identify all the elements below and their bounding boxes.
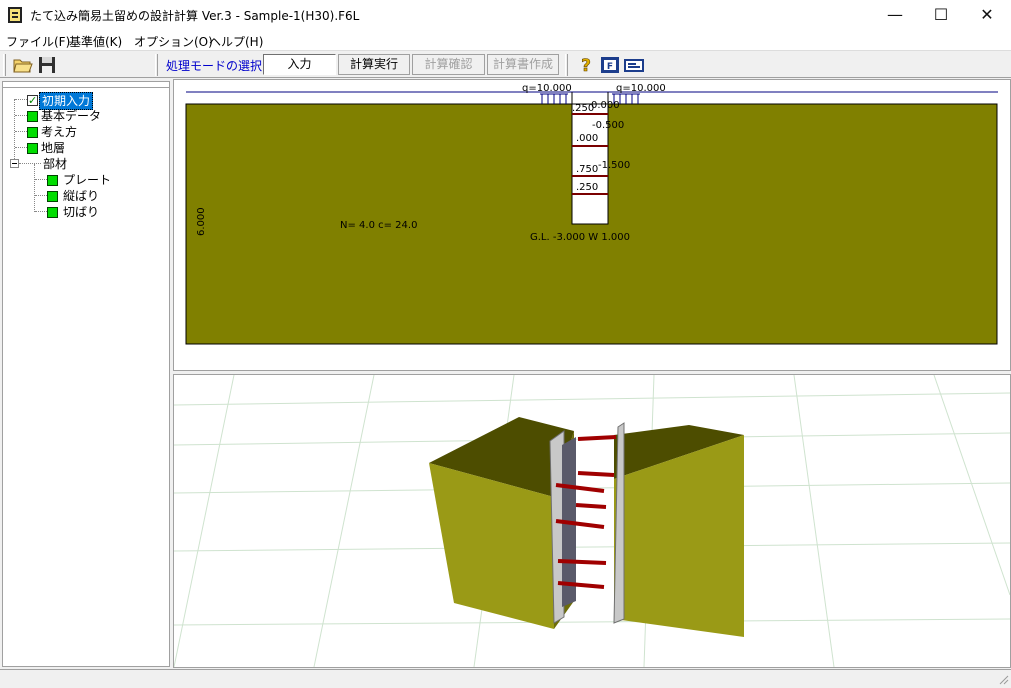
status-square-icon xyxy=(27,143,38,154)
tree-connector xyxy=(15,115,27,116)
load-right-label: q=10.000 xyxy=(616,83,666,94)
input-mode-button[interactable]: 入力 xyxy=(263,54,336,75)
status-square-icon xyxy=(47,191,58,202)
create-report-button[interactable]: 計算書作成 xyxy=(487,54,559,75)
strut xyxy=(575,503,607,509)
menu-help[interactable]: ヘルプ(H) xyxy=(209,33,263,50)
app-window: たて込み簡易土留めの設計計算 Ver.3 - Sample-1(H30).F6L… xyxy=(0,0,1011,687)
dim-label: 0.000 xyxy=(591,100,620,111)
tree-connector xyxy=(15,131,27,132)
window-title: たて込み簡易土留めの設計計算 Ver.3 - Sample-1(H30).F6L xyxy=(30,9,360,23)
dim-label: .750 xyxy=(576,164,598,175)
dim-label: .000 xyxy=(576,133,598,144)
mode-select-label: 処理モードの選択 xyxy=(166,59,263,73)
dim-label: -0.500 xyxy=(592,120,624,131)
run-calculation-button[interactable]: 計算実行 xyxy=(338,54,410,75)
maximize-button[interactable]: ☐ xyxy=(918,0,964,30)
floppy-disk-icon[interactable] xyxy=(36,54,58,76)
status-square-icon xyxy=(47,175,58,186)
tree-item-label: 部材 xyxy=(43,157,68,171)
svg-text:F: F xyxy=(607,62,613,72)
collapse-icon[interactable] xyxy=(10,159,19,168)
tree-connector xyxy=(34,164,35,212)
divider xyxy=(3,87,169,88)
3d-model-view xyxy=(173,374,1011,668)
section-drawing-pane[interactable]: q=10.000 q=10.000 0.000 .250 -0.500 .000… xyxy=(173,79,1011,371)
tree-connector xyxy=(35,195,47,196)
strut xyxy=(557,559,607,565)
strut xyxy=(577,435,617,441)
app-icon xyxy=(8,7,22,23)
tree-item-label: 考え方 xyxy=(41,125,78,139)
tree-connector xyxy=(35,179,47,180)
tree-connector xyxy=(15,147,27,148)
3d-view-pane[interactable] xyxy=(173,374,1011,668)
dim-label: -1.500 xyxy=(598,160,630,171)
ground-grid xyxy=(173,374,1011,668)
tree-item-label: 縦ばり xyxy=(63,189,100,203)
tree-item-label: 地層 xyxy=(41,141,66,155)
status-square-icon xyxy=(27,127,38,138)
menu-standard[interactable]: 基準値(K) xyxy=(69,33,122,50)
status-square-icon xyxy=(47,207,58,218)
tree-connector xyxy=(35,211,47,212)
dim-label: .250 xyxy=(576,182,598,193)
soil-params-label: N= 4.0 c= 24.0 xyxy=(340,220,417,231)
tree-connector xyxy=(15,99,27,100)
export-icon[interactable] xyxy=(623,54,645,76)
load-arrows-left xyxy=(540,93,568,104)
svg-text:?: ? xyxy=(581,56,591,76)
toolbar: 処理モードの選択 入力 計算実行 計算確認 計算書作成 ? F xyxy=(0,50,1011,78)
depth-label: 6.000 xyxy=(196,207,207,236)
menu-file[interactable]: ファイル(F) xyxy=(6,33,70,50)
load-left-label: q=10.000 xyxy=(522,83,572,94)
menu-bar: ファイル(F) 基準値(K) オプション(O) ヘルプ(H) xyxy=(0,30,1011,50)
folder-open-icon[interactable] xyxy=(12,54,34,76)
resize-grip-icon[interactable] xyxy=(997,673,1009,685)
strut xyxy=(577,471,615,477)
minimize-button[interactable]: — xyxy=(872,0,918,30)
tree-item-label: プレート xyxy=(63,173,112,187)
dim-label: .250 xyxy=(572,103,594,114)
tree-connector xyxy=(19,163,41,164)
data-tree-panel: 初期入力 基本データ 考え方 地層 部材 プレート 縦ばり 切ばり xyxy=(2,81,170,667)
status-square-icon xyxy=(27,111,38,122)
gl-label: G.L. -3.000 W 1.000 xyxy=(530,232,630,243)
about-icon[interactable]: F xyxy=(599,54,621,76)
section-drawing: q=10.000 q=10.000 0.000 .250 -0.500 .000… xyxy=(185,83,998,345)
tree-connector xyxy=(14,99,15,161)
tree-item-label: 切ばり xyxy=(63,205,100,219)
question-mark-icon[interactable]: ? xyxy=(575,54,597,77)
title-bar: たて込み簡易土留めの設計計算 Ver.3 - Sample-1(H30).F6L… xyxy=(0,0,1011,30)
checkbox-icon xyxy=(27,93,38,109)
tree-item-label: 基本データ xyxy=(41,109,102,123)
toolbar-grip[interactable] xyxy=(155,54,158,76)
status-bar xyxy=(0,669,1011,687)
close-button[interactable]: ✕ xyxy=(964,0,1010,30)
toolbar-grip[interactable] xyxy=(3,54,6,76)
confirm-calculation-button[interactable]: 計算確認 xyxy=(412,54,485,75)
toolbar-grip[interactable] xyxy=(565,54,568,76)
menu-option[interactable]: オプション(O) xyxy=(134,33,213,50)
